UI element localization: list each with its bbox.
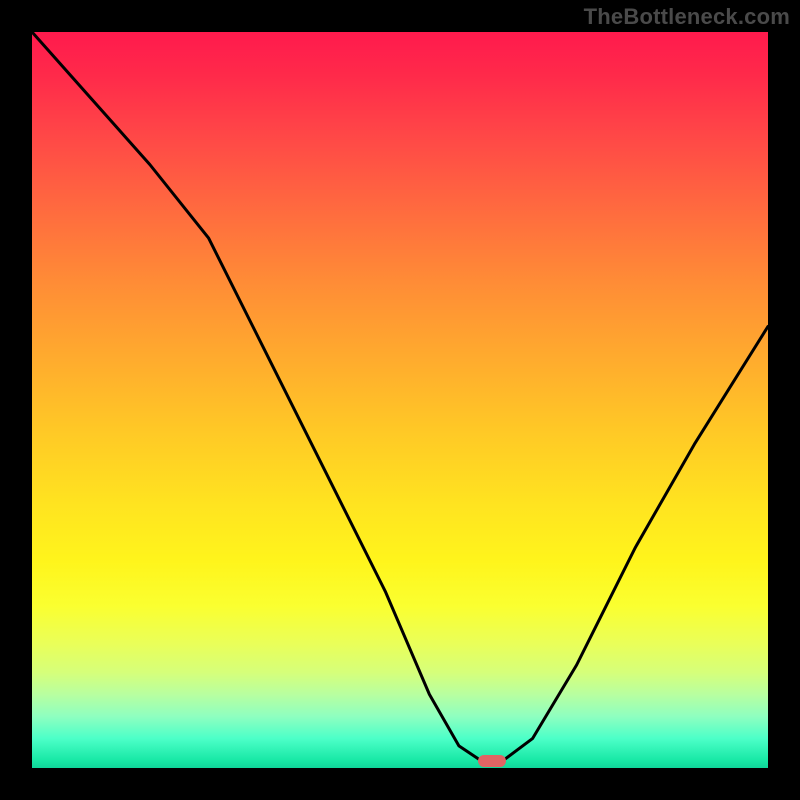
chart-frame: TheBottleneck.com [0,0,800,800]
plot-area [32,32,768,768]
watermark-text: TheBottleneck.com [584,4,790,30]
bottleneck-curve [32,32,768,768]
optimal-point-marker [478,755,506,767]
